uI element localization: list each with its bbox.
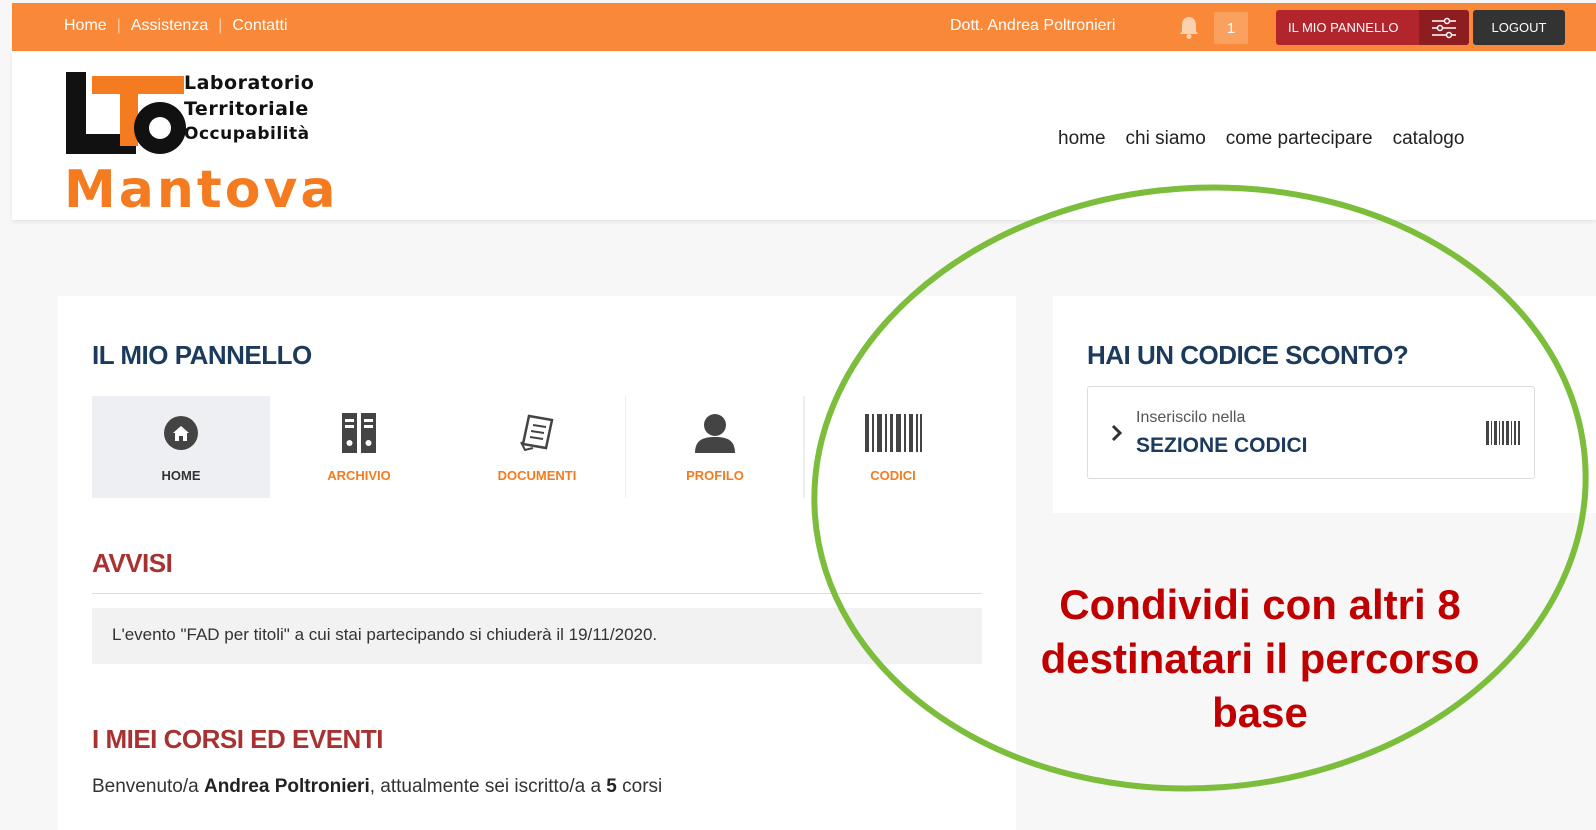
- tile-codici[interactable]: CODICI: [804, 396, 982, 498]
- bell-icon[interactable]: [1178, 15, 1200, 39]
- logout-button[interactable]: LOGOUT: [1473, 10, 1565, 45]
- logo-city: Mantova: [64, 160, 339, 220]
- tile-archivio-label: ARCHIVIO: [327, 468, 391, 483]
- top-link-contatti[interactable]: Contatti: [232, 17, 287, 35]
- top-link-separator: |: [116, 17, 121, 34]
- logo-lto-mark: [66, 72, 186, 154]
- welcome-suffix: corsi: [616, 776, 663, 797]
- nav-item-come-partecipare[interactable]: come partecipare: [1226, 128, 1373, 150]
- avvisi-notice: L'evento "FAD per titoli" a cui stai par…: [92, 608, 982, 664]
- my-panel-button[interactable]: IL MIO PANNELLO: [1276, 10, 1469, 45]
- top-link-assistenza[interactable]: Assistenza: [131, 17, 208, 35]
- tile-codici-label: CODICI: [870, 468, 916, 483]
- tile-separator: [804, 396, 805, 498]
- nav-item-home[interactable]: home: [1058, 128, 1106, 150]
- tile-archivio[interactable]: ARCHIVIO: [270, 396, 448, 498]
- corsi-title: I MIEI CORSI ED EVENTI: [92, 724, 383, 754]
- my-panel-button-label: IL MIO PANNELLO: [1288, 20, 1399, 35]
- logo[interactable]: Laboratorio Territoriale Occupabilità Ma…: [64, 62, 354, 220]
- annotation-text: Condividi con altri 8 destinatari il per…: [1040, 581, 1480, 736]
- avvisi-title: AVVISI: [92, 548, 173, 578]
- panel-title: IL MIO PANNELLO: [92, 340, 312, 370]
- nav-item-catalogo[interactable]: catalogo: [1393, 128, 1465, 150]
- chevron-right-icon: [1111, 424, 1123, 442]
- notification-count-badge[interactable]: 1: [1214, 12, 1248, 44]
- home-icon: [164, 412, 198, 454]
- discount-title: HAI UN CODICE SCONTO?: [1087, 340, 1409, 370]
- barcode-icon: [1486, 421, 1520, 445]
- document-icon: [519, 412, 555, 454]
- codes-section-link[interactable]: Inseriscilo nella SEZIONE CODICI: [1087, 386, 1535, 479]
- logo-line-occupabilita: Occupabilità: [184, 124, 310, 144]
- welcome-prefix: Benvenuto/a: [92, 776, 204, 797]
- main-nav: home chi siamo come partecipare catalogo: [1058, 128, 1464, 150]
- top-link-separator: |: [218, 17, 223, 34]
- nav-item-chi-siamo[interactable]: chi siamo: [1126, 128, 1206, 150]
- welcome-message: Benvenuto/a Andrea Poltronieri, attualme…: [92, 776, 662, 798]
- top-links: Home | Assistenza | Contatti: [64, 17, 288, 35]
- user-icon: [693, 412, 737, 454]
- barcode-icon: [863, 412, 923, 454]
- codes-link-caption: Inseriscilo nella: [1136, 409, 1246, 426]
- tile-profilo[interactable]: PROFILO: [626, 396, 804, 498]
- welcome-middle: , attualmente sei iscritto/a a: [369, 776, 607, 797]
- archive-binders-icon: [341, 412, 377, 454]
- codes-link-label: SEZIONE CODICI: [1136, 434, 1308, 457]
- tile-profilo-label: PROFILO: [686, 468, 744, 483]
- site-header: Laboratorio Territoriale Occupabilità Ma…: [12, 52, 1596, 220]
- top-link-home[interactable]: Home: [64, 17, 107, 35]
- user-name[interactable]: Dott. Andrea Poltronieri: [950, 17, 1115, 35]
- discount-card: HAI UN CODICE SCONTO? Inseriscilo nella …: [1053, 296, 1596, 513]
- logo-line-territoriale: Territoriale: [184, 98, 309, 120]
- top-bar-background: Home | Assistenza | Contatti Dott. Andre…: [12, 3, 1596, 51]
- welcome-course-count: 5: [606, 776, 617, 797]
- welcome-user-name: Andrea Poltronieri: [203, 776, 370, 797]
- tile-documenti[interactable]: DOCUMENTI: [448, 396, 626, 498]
- avvisi-divider: [92, 593, 982, 594]
- tile-documenti-label: DOCUMENTI: [497, 468, 577, 483]
- logo-line-laboratorio: Laboratorio: [184, 72, 315, 94]
- top-bar: Home | Assistenza | Contatti Dott. Andre…: [0, 0, 1596, 52]
- panel-tiles: HOME ARCHIVIO DOCUMENTI PROFILO CODICI: [92, 396, 982, 498]
- sliders-icon: [1419, 10, 1469, 45]
- tile-home[interactable]: HOME: [92, 396, 270, 498]
- main-panel-card: IL MIO PANNELLO HOME ARCHIVIO DOCUMENTI …: [58, 296, 1016, 830]
- tile-home-label: HOME: [161, 468, 201, 483]
